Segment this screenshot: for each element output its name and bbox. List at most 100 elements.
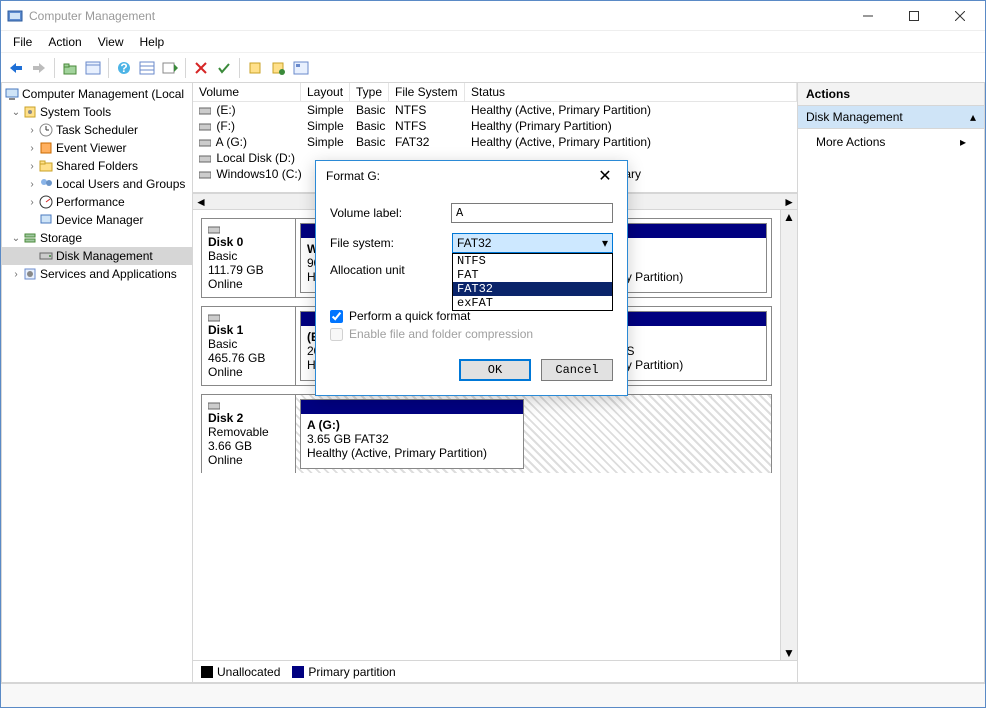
minimize-button[interactable] (845, 1, 891, 31)
tree-services[interactable]: › Services and Applications (2, 265, 192, 283)
view-icon[interactable] (136, 57, 158, 79)
actions-pane: Actions Disk Management▴ More Actions▸ (798, 83, 985, 683)
dialog-title: Format G: (326, 169, 593, 183)
expand-icon[interactable]: › (26, 179, 38, 190)
format-dialog: Format G: ✕ Volume label: File system: F… (315, 160, 628, 396)
scroll-down-icon[interactable]: ▼ (781, 646, 797, 660)
tree-storage[interactable]: ⌄ Storage (2, 229, 192, 247)
properties-icon[interactable] (82, 57, 104, 79)
fs-option-exfat[interactable]: exFAT (453, 296, 612, 310)
quick-format-label: Perform a quick format (349, 309, 470, 323)
menu-bar: File Action View Help (1, 31, 985, 53)
expand-icon[interactable]: › (26, 197, 38, 208)
refresh-icon[interactable] (159, 57, 181, 79)
scroll-left-icon[interactable]: ◄ (195, 195, 207, 209)
tree-label: Services and Applications (40, 267, 177, 281)
tree-eventvwr[interactable]: ›Event Viewer (2, 139, 192, 157)
legend-unallocated: Unallocated (201, 665, 280, 679)
disk-block: Disk 2Removable3.66 GBOnlineA (G:)3.65 G… (201, 394, 772, 473)
partition-box[interactable]: A (G:)3.65 GB FAT32Healthy (Active, Prim… (300, 399, 524, 469)
status-bar (1, 683, 985, 707)
compression-checkbox: Enable file and folder compression (330, 327, 613, 341)
col-type[interactable]: Type (350, 83, 389, 101)
collapse-icon[interactable]: ⌄ (10, 233, 22, 244)
scroll-up-icon[interactable]: ▲ (781, 210, 797, 224)
action1-icon[interactable] (244, 57, 266, 79)
menu-view[interactable]: View (90, 33, 132, 51)
action3-icon[interactable] (290, 57, 312, 79)
services-icon (22, 266, 38, 282)
cancel-button[interactable]: Cancel (541, 359, 613, 381)
svg-text:?: ? (120, 61, 127, 75)
delete-icon[interactable] (190, 57, 212, 79)
menu-help[interactable]: Help (132, 33, 173, 51)
tree-label: Shared Folders (56, 159, 138, 173)
check-icon[interactable] (213, 57, 235, 79)
scroll-right-icon[interactable]: ► (783, 195, 795, 209)
quick-format-checkbox[interactable]: Perform a quick format (330, 309, 613, 323)
table-row[interactable]: A (G:)SimpleBasicFAT32Healthy (Active, P… (193, 134, 797, 150)
actions-more[interactable]: More Actions ▸ (798, 129, 984, 155)
col-layout[interactable]: Layout (301, 83, 350, 101)
expand-icon[interactable]: › (26, 161, 38, 172)
col-status[interactable]: Status (465, 83, 797, 101)
tree-diskmgmt[interactable]: Disk Management (2, 247, 192, 265)
tree-root[interactable]: Computer Management (Local (2, 85, 192, 103)
actions-group-label: Disk Management (806, 110, 903, 124)
tree-shared[interactable]: › Shared Folders (2, 157, 192, 175)
tree-pane: Computer Management (Local ⌄ System Tools… (1, 83, 193, 683)
table-row[interactable]: (E:)SimpleBasicNTFSHealthy (Active, Prim… (193, 102, 797, 118)
tree-localusers[interactable]: ›Local Users and Groups (2, 175, 192, 193)
col-volume[interactable]: Volume (193, 83, 301, 101)
close-button[interactable] (937, 1, 983, 31)
ok-button[interactable]: OK (459, 359, 531, 381)
legend-label: Primary partition (308, 665, 395, 679)
up-icon[interactable] (59, 57, 81, 79)
v-scrollbar[interactable]: ▲▼ (780, 210, 797, 660)
submenu-icon: ▸ (960, 135, 966, 149)
disk-icon (208, 313, 289, 323)
expand-icon[interactable]: › (10, 269, 22, 280)
back-button[interactable] (5, 57, 27, 79)
users-icon (38, 176, 54, 192)
drive-icon (199, 122, 211, 132)
tree-label: Storage (40, 231, 82, 245)
tools-icon (22, 104, 38, 120)
tree-label: System Tools (40, 105, 111, 119)
tree-label: Device Manager (56, 213, 143, 227)
collapse-icon[interactable]: ⌄ (10, 107, 22, 118)
tree-perf[interactable]: ›Performance (2, 193, 192, 211)
quick-format-input[interactable] (330, 310, 343, 323)
dialog-close-button[interactable]: ✕ (593, 164, 617, 188)
menu-file[interactable]: File (5, 33, 40, 51)
maximize-button[interactable] (891, 1, 937, 31)
fs-option-ntfs[interactable]: NTFS (453, 254, 612, 268)
legend-primary: Primary partition (292, 665, 395, 679)
action2-icon[interactable] (267, 57, 289, 79)
disk-meta: Disk 1Basic465.76 GBOnline (202, 307, 296, 385)
fs-option-fat32[interactable]: FAT32 (453, 282, 612, 296)
legend-label: Unallocated (217, 665, 280, 679)
app-icon (7, 8, 23, 24)
disk-meta: Disk 0Basic111.79 GBOnline (202, 219, 296, 297)
tree-label: Task Scheduler (56, 123, 138, 137)
col-fs[interactable]: File System (389, 83, 465, 101)
collapse-icon: ▴ (970, 110, 976, 124)
actions-group[interactable]: Disk Management ▴ (798, 106, 984, 129)
tree-systools[interactable]: ⌄ System Tools (2, 103, 192, 121)
expand-icon[interactable]: › (26, 143, 38, 154)
file-system-combo[interactable]: FAT32▾ NTFS FAT FAT32 exFAT (452, 233, 613, 253)
tree-devmgr[interactable]: Device Manager (2, 211, 192, 229)
menu-action[interactable]: Action (40, 33, 89, 51)
folder-icon (38, 158, 54, 174)
help-icon[interactable]: ? (113, 57, 135, 79)
actions-more-label: More Actions (816, 135, 885, 149)
expand-icon[interactable]: › (26, 125, 38, 136)
file-system-label: File system: (330, 236, 452, 250)
dialog-titlebar[interactable]: Format G: ✕ (316, 161, 627, 191)
table-row[interactable]: (F:)SimpleBasicNTFSHealthy (Primary Part… (193, 118, 797, 134)
fs-option-fat[interactable]: FAT (453, 268, 612, 282)
volume-label-input[interactable] (451, 203, 613, 223)
tree-tasksched[interactable]: › Task Scheduler (2, 121, 192, 139)
forward-button[interactable] (28, 57, 50, 79)
